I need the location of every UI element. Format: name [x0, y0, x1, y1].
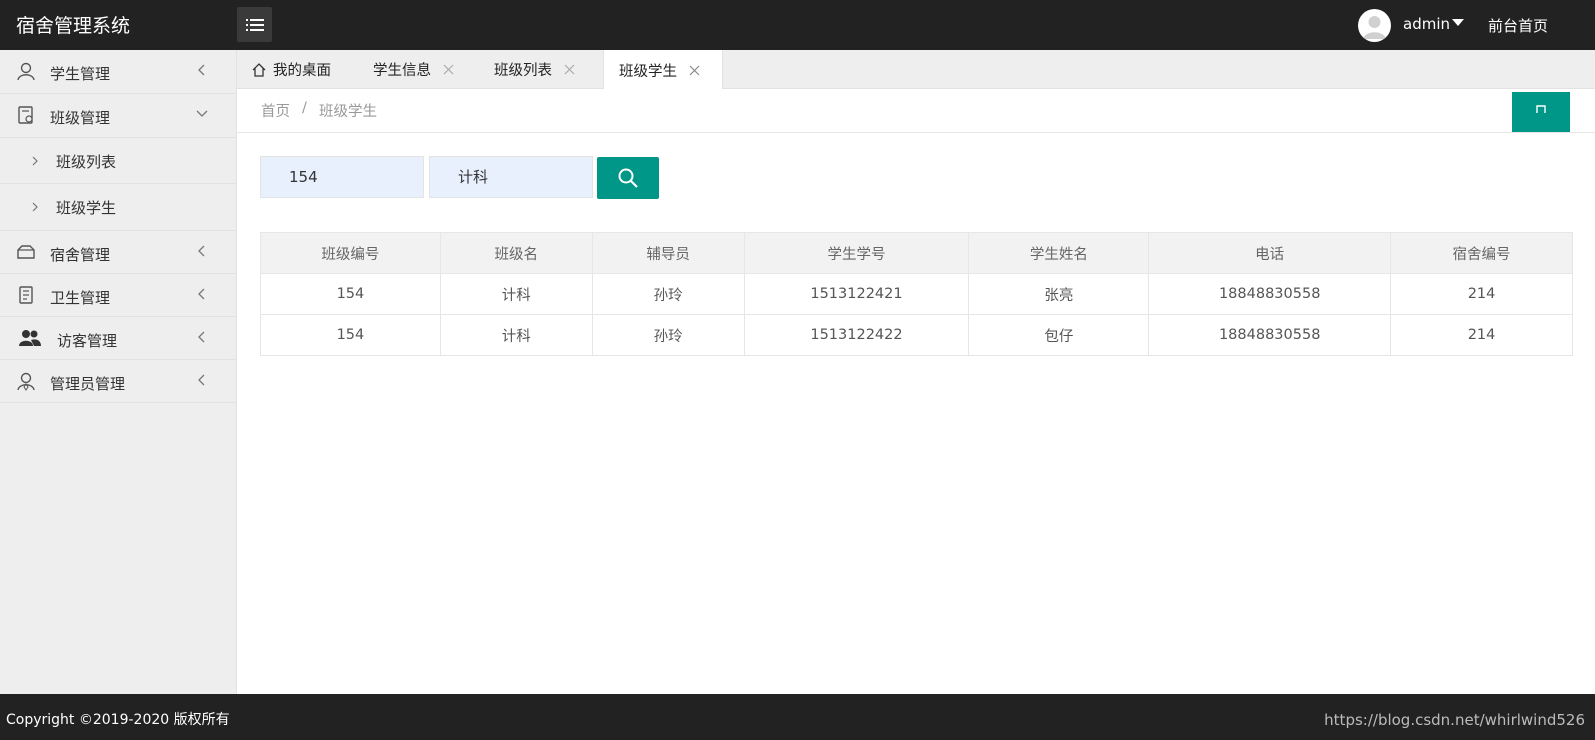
- tab-bar: 我的桌面 学生信息 班级列表 班级学生: [237, 50, 1595, 90]
- column-header: 班级编号: [260, 232, 441, 274]
- chevron-right-icon: [32, 202, 38, 212]
- hygiene-icon: [19, 286, 33, 304]
- sidebar-item-students[interactable]: 学生管理: [0, 50, 236, 94]
- user-icon: [17, 62, 35, 81]
- class-name-input[interactable]: 计科: [429, 156, 593, 198]
- table-cell: 孙玲: [591, 273, 745, 315]
- search-icon: [618, 168, 638, 188]
- search-button[interactable]: [597, 157, 659, 199]
- chevron-left-icon: [198, 331, 205, 343]
- table-cell: 包仔: [968, 314, 1150, 356]
- breadcrumb-home[interactable]: 首页: [261, 100, 290, 121]
- close-icon[interactable]: [443, 64, 454, 75]
- list-icon: [245, 18, 264, 31]
- breadcrumb: 首页 / 班级学生: [237, 89, 1595, 133]
- table-cell: 154: [260, 273, 441, 315]
- chevron-right-icon: [32, 156, 38, 166]
- table-cell: 154: [260, 314, 441, 356]
- visitors-icon: [19, 330, 41, 346]
- table-header-row: 班级编号 班级名 辅导员 学生学号 学生姓名 电话 宿舍编号: [260, 232, 1573, 274]
- sidebar-item-label: 管理员管理: [50, 375, 126, 393]
- sidebar-subitem-class-list[interactable]: 班级列表: [0, 137, 236, 184]
- refresh-button[interactable]: [1512, 92, 1570, 132]
- sidebar-subitem-class-students[interactable]: 班级学生: [0, 184, 236, 231]
- table-cell: 214: [1390, 314, 1573, 356]
- class-id-input[interactable]: 154: [260, 156, 424, 198]
- chevron-left-icon: [198, 245, 205, 257]
- chevron-down-icon: [196, 110, 208, 117]
- table-cell: 1513122422: [743, 314, 970, 356]
- tab-label: 班级列表: [494, 63, 552, 79]
- table-cell: 18848830558: [1148, 314, 1392, 356]
- sidebar-item-admins[interactable]: 管理员管理: [0, 360, 236, 403]
- sidebar-item-dorms[interactable]: 宿舍管理: [0, 231, 236, 274]
- user-avatar-icon: [1363, 16, 1386, 39]
- table-row: 154 计科 孙玲 1513122422 包仔 18848830558 214: [260, 314, 1573, 356]
- sidebar: 学生管理 班级管理 班级列表 班级学生 宿舍管理 卫生管理 访客管理 管理员管理: [0, 50, 237, 694]
- column-header: 辅导员: [591, 232, 745, 274]
- close-icon[interactable]: [564, 64, 575, 75]
- tab-class-list[interactable]: 班级列表: [494, 50, 575, 89]
- column-header: 学生姓名: [968, 232, 1150, 274]
- column-header: 班级名: [439, 232, 593, 274]
- class-students-table: 班级编号 班级名 辅导员 学生学号 学生姓名 电话 宿舍编号 154 计科 孙玲…: [260, 232, 1573, 356]
- watermark-text: https://blog.csdn.net/whirlwind526: [1324, 711, 1585, 729]
- tab-label: 学生信息: [373, 63, 431, 79]
- sidebar-item-visitors[interactable]: 访客管理: [0, 317, 236, 360]
- refresh-icon: [1536, 105, 1546, 113]
- class-icon: [18, 106, 33, 124]
- table-row: 154 计科 孙玲 1513122421 张亮 18848830558 214: [260, 273, 1573, 315]
- avatar[interactable]: [1358, 9, 1391, 42]
- caret-down-icon[interactable]: [1452, 19, 1464, 26]
- top-bar: 宿舍管理系统 admin 前台首页: [0, 0, 1595, 50]
- sidebar-item-label: 宿舍管理: [50, 246, 111, 264]
- tab-label: 我的桌面: [273, 63, 331, 79]
- chevron-left-icon: [198, 288, 205, 300]
- table-cell: 孙玲: [591, 314, 745, 356]
- breadcrumb-separator: /: [302, 100, 307, 116]
- column-header: 学生学号: [743, 232, 970, 274]
- sidebar-subitem-label: 班级列表: [56, 153, 117, 171]
- username[interactable]: admin: [1403, 15, 1450, 33]
- footer: Copyright ©2019-2020 版权所有 https://blog.c…: [0, 694, 1595, 740]
- sidebar-item-label: 卫生管理: [50, 289, 111, 307]
- table-cell: 计科: [439, 314, 593, 356]
- menu-toggle-button[interactable]: [237, 7, 272, 42]
- column-header: 电话: [1148, 232, 1392, 274]
- table-cell: 18848830558: [1148, 273, 1392, 315]
- sidebar-item-label: 班级管理: [50, 109, 111, 127]
- admin-icon: [17, 372, 35, 391]
- breadcrumb-current: 班级学生: [319, 104, 377, 120]
- chevron-left-icon: [198, 64, 205, 76]
- copyright-text: Copyright ©2019-2020 版权所有: [6, 712, 230, 728]
- close-icon[interactable]: [689, 65, 700, 76]
- sidebar-item-label: 访客管理: [57, 332, 118, 350]
- table-cell: 1513122421: [743, 273, 970, 315]
- sidebar-item-label: 学生管理: [50, 65, 111, 83]
- table-cell: 214: [1390, 273, 1573, 315]
- table-cell: 计科: [439, 273, 593, 315]
- tab-desktop[interactable]: 我的桌面: [251, 50, 331, 89]
- sidebar-item-classes[interactable]: 班级管理: [0, 94, 236, 137]
- sidebar-item-hygiene[interactable]: 卫生管理: [0, 274, 236, 317]
- front-home-link[interactable]: 前台首页: [1488, 15, 1548, 36]
- tab-label: 班级学生: [619, 63, 677, 80]
- tab-class-students[interactable]: 班级学生: [603, 50, 723, 90]
- chevron-left-icon: [198, 374, 205, 386]
- tab-student-info[interactable]: 学生信息: [373, 50, 454, 89]
- sidebar-subitem-label: 班级学生: [56, 199, 117, 217]
- app-title: 宿舍管理系统: [16, 15, 131, 37]
- home-icon: [252, 62, 266, 77]
- column-header: 宿舍编号: [1390, 232, 1573, 274]
- table-cell: 张亮: [968, 273, 1150, 315]
- dorm-icon: [17, 245, 35, 259]
